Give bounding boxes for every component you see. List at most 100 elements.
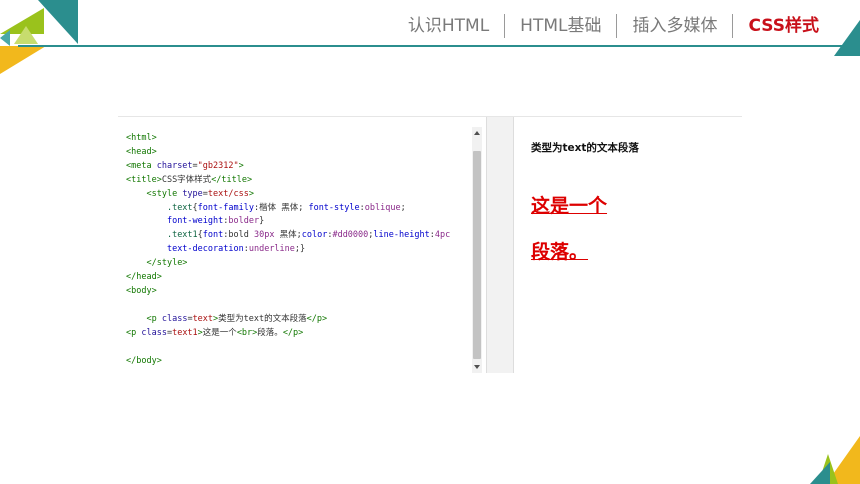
code-token: text/css [207, 188, 249, 199]
code-token: 这是一个 [202, 327, 237, 338]
code-line: <body> [126, 285, 450, 299]
nav-item-html-intro[interactable]: 认识HTML [393, 14, 504, 38]
nav-item-multimedia[interactable]: 插入多媒体 [617, 14, 732, 38]
code-token: class [161, 313, 188, 324]
code-token: type [182, 188, 203, 199]
arrow-up-icon [474, 131, 480, 135]
code-token: <br> [236, 327, 258, 338]
code-line: .text{font-family:楷体 黑体; font-style:obli… [126, 202, 450, 216]
code-token: :楷体 黑体; [253, 202, 309, 213]
decor-triangle-yellow [0, 46, 46, 74]
code-token: class [141, 327, 167, 338]
code-line: <title>CSS字体样式</title> [126, 174, 450, 188]
code-listing[interactable]: <html> <head> <meta charset="gb2312"> <titl… [126, 132, 450, 368]
code-token: text-decoration [166, 244, 244, 255]
code-line: <html> [126, 132, 450, 146]
code-token: <body> [126, 285, 157, 296]
code-token: <head> [126, 146, 157, 157]
code-line: font-weight:bolder} [126, 215, 450, 229]
code-token: #dd0000 [332, 230, 369, 241]
code-token: text1 [172, 327, 198, 338]
code-token: CSS字体样式 [161, 174, 212, 185]
code-token: <meta [126, 160, 157, 171]
code-token: } [259, 216, 265, 227]
code-token: oblique [364, 202, 401, 213]
code-token: font [202, 230, 224, 241]
code-token: :bold [223, 230, 254, 241]
code-token: 类型为text的文本段落 [218, 313, 307, 324]
code-token: </p> [306, 313, 328, 324]
code-token: <p [126, 327, 142, 338]
editor-preview-panel: <html> <head> <meta charset="gb2312"> <titl… [118, 116, 742, 373]
code-token: </title> [211, 174, 253, 185]
code-token: </head> [126, 272, 162, 283]
nav-item-css-styles[interactable]: CSS样式 [733, 14, 834, 38]
preview-text1-line1: 这是一个 [531, 195, 608, 217]
code-token: <html> [126, 133, 157, 143]
code-line: <p class=text>类型为text的文本段落</p> [126, 313, 450, 327]
code-line: text-decoration:underline;} [126, 243, 450, 257]
code-token: 段落。 [257, 327, 283, 338]
scroll-up-button[interactable] [472, 127, 482, 139]
code-line: .text1{font:bold 30px 黑体;color:#dd0000;l… [126, 229, 450, 243]
header-nav: 认识HTML HTML基础 插入多媒体 CSS样式 [393, 12, 834, 40]
code-scrollbar[interactable] [472, 127, 482, 373]
code-token: line-height [373, 230, 430, 241]
code-token: .text [166, 202, 193, 213]
preview-text-paragraph: 类型为text的文本段落 [531, 142, 639, 154]
code-token: text [192, 313, 214, 324]
code-line: <meta charset="gb2312"> [126, 160, 450, 174]
code-token: "gb2312" [197, 160, 239, 171]
decor-triangle-bottom-teal [810, 462, 830, 484]
code-token: <p [146, 313, 162, 324]
decor-triangle-light-green [14, 26, 38, 44]
code-token: </p> [282, 327, 304, 338]
code-token: ;} [294, 244, 306, 255]
code-line: </body> [126, 355, 450, 369]
code-line: <style type=text/css> [126, 188, 450, 202]
code-token: bolder [228, 216, 260, 227]
code-token: 30px [254, 230, 275, 241]
code-editor-pane[interactable]: <html> <head> <meta charset="gb2312"> <titl… [118, 117, 482, 373]
preview-text1-paragraph: 这是一个 段落。 [531, 183, 607, 275]
nav-item-html-basics[interactable]: HTML基础 [505, 14, 616, 38]
code-line: <p class=text1>这是一个<br>段落。</p> [126, 327, 450, 341]
code-token: > [238, 160, 244, 171]
scroll-thumb[interactable] [473, 151, 481, 359]
code-token: </body> [126, 355, 162, 366]
code-line: </head> [126, 271, 450, 285]
pane-divider[interactable] [486, 117, 514, 373]
code-token: <style [146, 188, 183, 199]
code-token: <title> [126, 174, 162, 185]
code-token: charset [156, 160, 193, 171]
code-line: <head> [126, 146, 450, 160]
code-token: </style> [146, 258, 188, 269]
code-token: .text1 [166, 230, 198, 241]
code-token: 4pc [434, 230, 451, 241]
scroll-down-button[interactable] [472, 361, 482, 373]
decor-triangle-right-teal [834, 20, 860, 56]
code-token: font-style [308, 202, 360, 213]
header-divider-line [18, 45, 860, 47]
code-token: font-family [197, 202, 254, 213]
decor-triangle-small-teal [0, 30, 10, 46]
code-token: > [248, 188, 254, 199]
code-token: color [301, 230, 328, 241]
code-token: ; [400, 202, 406, 213]
code-line: </style> [126, 257, 450, 271]
code-token: 黑体; [274, 230, 302, 241]
code-token: font-weight [166, 216, 224, 227]
arrow-down-icon [474, 365, 480, 369]
decor-triangle-teal [38, 0, 78, 44]
preview-text1-line2: 段落。 [531, 241, 589, 263]
preview-pane: 类型为text的文本段落 这是一个 段落。 [515, 117, 742, 373]
